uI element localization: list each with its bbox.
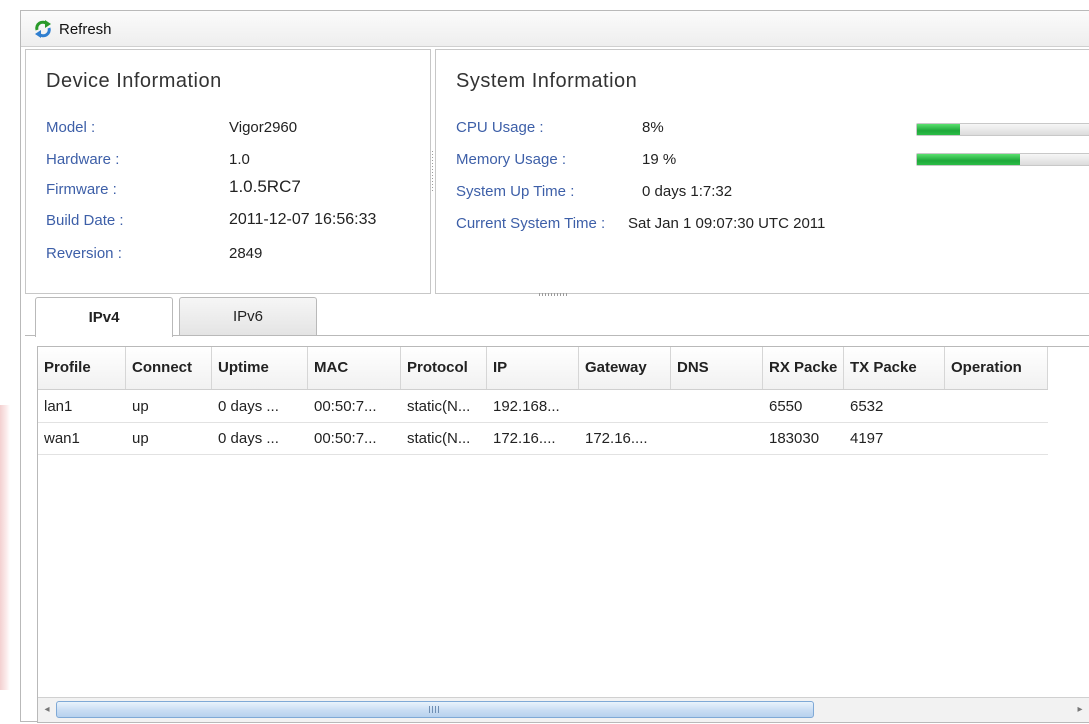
cell-mac: 00:50:7... [314,398,377,415]
system-time-label: Current System Time : [456,215,606,232]
model-value: Vigor2960 [229,119,298,136]
system-time-value: Sat Jan 1 09:07:30 UTC 2011 [628,215,826,232]
hardware-value: 1.0 [229,151,250,168]
refresh-label: Refresh [59,20,112,38]
column-header-profile[interactable]: Profile [38,347,126,389]
cell-protocol: static(N... [407,398,471,415]
reversion-value: 2849 [229,245,263,262]
column-header-protocol[interactable]: Protocol [401,347,487,389]
firmware-label: Firmware : [46,181,117,198]
system-uptime-label: System Up Time : [456,183,575,200]
cell-gateway [579,391,671,422]
cell-tx-packets: 4197 [850,430,884,447]
horizontal-scrollbar[interactable]: ◂ ▸ [38,697,1089,722]
column-header-tx-packets[interactable]: TX Packe [844,347,945,389]
panel-splitter-horizontal[interactable] [539,293,569,296]
cell-dns [671,391,763,422]
cell-rx-packets: 6550 [769,398,803,415]
cpu-usage-value: 8% [642,119,664,136]
cell-protocol: static(N... [407,430,471,447]
arrow-left-icon: ◂ [44,703,50,715]
cell-dns [671,423,763,454]
system-information-panel: System Information CPU Usage : 8% Memory… [435,49,1089,294]
cell-ip: 192.168... [493,398,560,415]
refresh-icon [33,19,53,39]
memory-usage-label: Memory Usage : [456,151,567,168]
model-label: Model : [46,119,96,136]
cell-connect: up [132,430,149,447]
cell-profile: wan1 [44,430,80,447]
cell-uptime: 0 days ... [218,398,279,415]
device-information-panel: Device Information Model : Vigor2960 Har… [25,49,431,294]
cell-gateway: 172.16.... [585,430,648,447]
grip-icon [429,706,441,713]
memory-usage-value: 19 % [642,151,677,168]
system-uptime-value: 0 days 1:7:32 [642,183,733,200]
cell-rx-packets: 183030 [769,430,820,447]
hardware-label: Hardware : [46,151,120,168]
cell-mac: 00:50:7... [314,430,377,447]
build-date-value: 2011-12-07 16:56:33 [229,211,377,228]
table-row[interactable]: wan1 up 0 days ... 00:50:7... static(N..… [38,423,1048,455]
table-header: Profile Connect Uptime MAC Protocol IP G… [38,347,1048,390]
column-header-operation[interactable]: Operation [945,347,1048,389]
memory-usage-fill [917,154,1020,165]
cpu-usage-label: CPU Usage : [456,119,544,136]
system-information-title: System Information [456,70,638,92]
column-header-rx-packets[interactable]: RX Packe [763,347,844,389]
cpu-usage-bar [916,123,1089,136]
cpu-usage-fill [917,124,960,135]
tab-ipv6[interactable]: IPv6 [179,297,317,335]
column-header-ip[interactable]: IP [487,347,579,389]
cell-operation[interactable] [945,391,1048,422]
tab-bar: IPv4 IPv6 [25,297,1089,347]
scroll-left-button[interactable]: ◂ [39,700,55,718]
scrollbar-thumb[interactable] [56,701,814,718]
cell-uptime: 0 days ... [218,430,279,447]
scroll-right-button[interactable]: ▸ [1072,700,1088,718]
reversion-label: Reversion : [46,245,122,262]
column-header-dns[interactable]: DNS [671,347,763,389]
column-header-uptime[interactable]: Uptime [212,347,308,389]
cell-ip: 172.16.... [493,430,556,447]
cell-tx-packets: 6532 [850,398,884,415]
table-row[interactable]: lan1 up 0 days ... 00:50:7... static(N..… [38,391,1048,423]
dashboard-frame: Refresh Device Information Model : Vigor… [20,10,1089,723]
column-header-mac[interactable]: MAC [308,347,401,389]
refresh-button[interactable]: Refresh [33,18,112,40]
tab-divider [25,335,1089,336]
arrow-right-icon: ▸ [1077,703,1083,715]
cell-profile: lan1 [44,398,73,415]
cell-connect: up [132,398,149,415]
firmware-value: 1.0.5RC7 [229,177,301,196]
column-header-gateway[interactable]: Gateway [579,347,671,389]
interface-table: Profile Connect Uptime MAC Protocol IP G… [37,346,1089,723]
cell-operation[interactable] [945,423,1048,454]
memory-usage-bar [916,153,1089,166]
device-information-title: Device Information [46,70,222,92]
tab-ipv4[interactable]: IPv4 [35,297,173,337]
left-accent-strip [0,405,10,690]
toolbar: Refresh [21,11,1089,47]
column-header-connect[interactable]: Connect [126,347,212,389]
build-date-label: Build Date : [46,212,124,229]
